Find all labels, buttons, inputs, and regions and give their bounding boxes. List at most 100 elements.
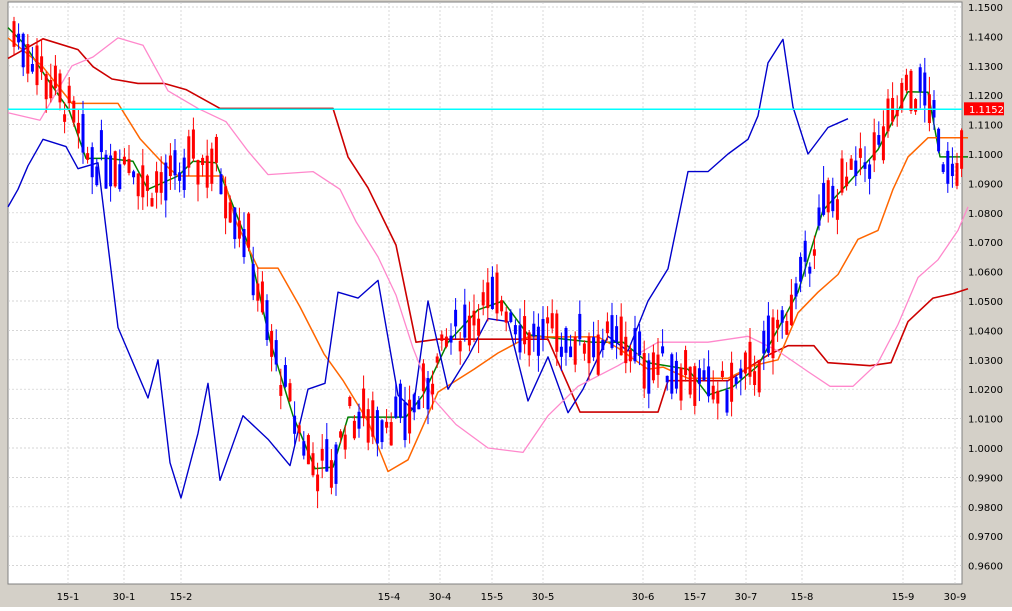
candle-body [730, 362, 734, 402]
candle-body [136, 173, 140, 197]
candle-body [707, 366, 711, 397]
candle-body [182, 157, 186, 190]
y-tick-label: 1.0300 [968, 356, 1003, 367]
candle-body [872, 132, 876, 161]
candle-body [960, 130, 964, 169]
candle-body [812, 249, 816, 256]
candle-body [421, 363, 425, 392]
candle-body [440, 334, 444, 341]
candle-body [412, 394, 416, 413]
candle-body [656, 354, 660, 375]
candle-body [688, 366, 692, 395]
y-tick-label: 1.1200 [968, 91, 1003, 102]
candle-body [651, 352, 655, 381]
candle-body [573, 336, 577, 365]
candle-body [582, 343, 586, 354]
ichimoku-chart: 1.1152 1.15001.14001.13001.12001.11001.1… [7, 1, 1004, 603]
y-tick-label: 0.9800 [968, 503, 1003, 514]
candle-body [49, 80, 53, 99]
candle-body [164, 162, 168, 201]
candle-body [118, 164, 122, 190]
candle-body [877, 135, 881, 145]
candle-body [150, 198, 154, 207]
candle-body [743, 352, 747, 374]
candle-body [799, 256, 803, 282]
candle-body [771, 317, 775, 359]
candle-body [776, 319, 780, 329]
y-tick-label: 1.1400 [968, 32, 1003, 43]
candle-body [490, 276, 494, 310]
candle-body [642, 353, 646, 389]
y-tick-label: 1.1100 [968, 121, 1003, 132]
candle-body [385, 421, 389, 428]
candle-body [509, 312, 513, 322]
candle-body [325, 439, 329, 472]
candle-body [513, 325, 517, 335]
candle-body [242, 229, 246, 258]
candle-body [435, 356, 439, 363]
candle-body [638, 331, 642, 356]
candle-body [886, 98, 890, 132]
candle-body [946, 150, 950, 184]
candle-body [380, 420, 384, 443]
candle-body [624, 336, 628, 364]
candle-body [684, 350, 688, 376]
candle-body [288, 383, 292, 402]
candle-body [900, 82, 904, 110]
x-tick-label: 30-4 [429, 592, 452, 603]
candle-body [122, 156, 126, 165]
candle-body [592, 337, 596, 358]
candle-body [523, 316, 527, 345]
candle-body [58, 73, 62, 103]
x-tick-label: 30-6 [632, 592, 655, 603]
candle-body [780, 310, 784, 323]
candle-body [444, 336, 448, 347]
candle-body [352, 420, 356, 439]
candle-body [766, 315, 770, 353]
candle-body [941, 164, 945, 172]
candle-body [334, 444, 338, 484]
candle-body [104, 154, 108, 189]
candle-body [320, 448, 324, 461]
candle-body [316, 474, 320, 492]
x-tick-label: 15-2 [170, 592, 193, 603]
y-tick-label: 1.0100 [968, 415, 1003, 426]
candle-body [178, 172, 182, 181]
y-tick-label: 1.1000 [968, 150, 1003, 161]
candle-body [155, 171, 159, 193]
candle-body [762, 330, 766, 354]
candle-body [454, 309, 458, 327]
candle-body [619, 316, 623, 356]
candle-body [408, 399, 412, 434]
candle-body [895, 110, 899, 117]
candle-body [339, 431, 343, 438]
candle-body [477, 318, 481, 336]
candle-body [518, 325, 522, 353]
candle-body [711, 385, 715, 400]
candle-body [458, 340, 462, 352]
candle-body [260, 281, 264, 313]
candle-body [251, 263, 255, 296]
x-tick-label: 15-9 [892, 592, 915, 603]
candle-body [237, 220, 241, 239]
y-tick-label: 1.1500 [968, 3, 1003, 14]
candle-body [835, 199, 839, 220]
x-tick-label: 30-1 [113, 592, 136, 603]
candle-body [536, 326, 540, 356]
candle-body [670, 354, 674, 394]
candle-body [228, 202, 232, 223]
candle-body [734, 377, 738, 385]
candle-body [845, 176, 849, 187]
x-tick-label: 15-5 [481, 592, 504, 603]
y-tick-label: 1.0600 [968, 268, 1003, 279]
candle-body [849, 158, 853, 170]
candle-body [389, 422, 393, 446]
candle-body [394, 396, 398, 418]
candle-body [210, 148, 214, 184]
candle-body [858, 148, 862, 158]
plot-area-background [7, 1, 963, 585]
x-axis-tick-labels: 15-1 30-1 15-2 15-4 30-4 15-5 30-5 30-6 15-7 30-7… [57, 592, 967, 603]
candle-body [785, 321, 789, 335]
candle-body [909, 70, 913, 112]
y-tick-label: 1.0500 [968, 297, 1003, 308]
